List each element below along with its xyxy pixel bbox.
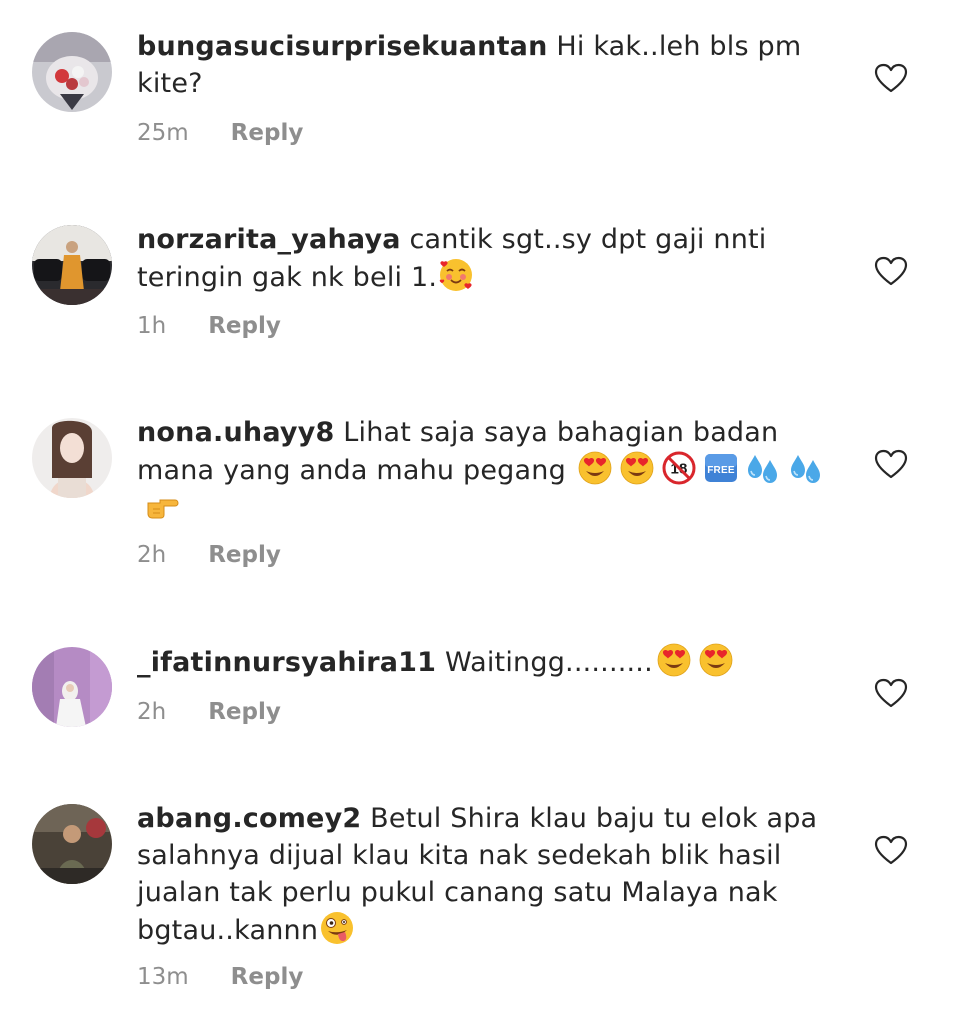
pointing-right-emoji xyxy=(145,489,179,523)
comment-time: 25m xyxy=(137,120,189,146)
comment-meta: 2h Reply xyxy=(137,542,281,568)
heart-eyes-emoji xyxy=(620,451,654,485)
comment-username[interactable]: norzarita_yahaya xyxy=(137,224,401,255)
comment-body: _ifatinnursyahira11 Waitingg.......... xyxy=(137,643,837,681)
smiling-face-with-hearts-emoji xyxy=(439,258,473,292)
comment-text: Waitingg.......... xyxy=(444,647,653,678)
heart-eyes-emoji xyxy=(657,643,691,677)
heart-outline-icon[interactable] xyxy=(874,449,908,479)
reply-button[interactable]: Reply xyxy=(208,542,281,568)
comment-username[interactable]: abang.comey2 xyxy=(137,803,361,834)
reply-button[interactable]: Reply xyxy=(208,699,281,725)
heart-outline-icon[interactable] xyxy=(874,678,908,708)
comment-time: 2h xyxy=(137,542,167,568)
avatar[interactable] xyxy=(32,804,112,884)
heart-outline-icon[interactable] xyxy=(874,63,908,93)
avatar[interactable] xyxy=(32,225,112,305)
comment-body: nona.uhayy8 Lihat saja saya bahagian bad… xyxy=(137,414,837,527)
avatar[interactable] xyxy=(32,32,112,112)
no-under-18-emoji xyxy=(662,451,696,485)
heart-eyes-emoji xyxy=(699,643,733,677)
zany-face-emoji xyxy=(320,911,354,945)
avatar[interactable] xyxy=(32,418,112,498)
reply-button[interactable]: Reply xyxy=(231,964,304,990)
heart-outline-icon[interactable] xyxy=(874,256,908,286)
sweat-droplets-emoji xyxy=(746,451,780,485)
comment-time: 1h xyxy=(137,313,167,339)
comment-meta: 2h Reply xyxy=(137,699,281,725)
comment-body: norzarita_yahaya cantik sgt..sy dpt gaji… xyxy=(137,221,837,296)
comment-meta: 13m Reply xyxy=(137,964,303,990)
comment-meta: 25m Reply xyxy=(137,120,303,146)
comment-body: abang.comey2 Betul Shira klau baju tu el… xyxy=(137,800,837,949)
comment-meta: 1h Reply xyxy=(137,313,281,339)
comment-body: bungasucisurprisekuantan Hi kak..leh bls… xyxy=(137,28,837,102)
comment-time: 13m xyxy=(137,964,189,990)
avatar[interactable] xyxy=(32,647,112,727)
comment-username[interactable]: nona.uhayy8 xyxy=(137,417,335,448)
heart-outline-icon[interactable] xyxy=(874,835,908,865)
heart-eyes-emoji xyxy=(578,451,612,485)
comment-time: 2h xyxy=(137,699,167,725)
comment-username[interactable]: bungasucisurprisekuantan xyxy=(137,31,548,62)
sweat-droplets-emoji xyxy=(789,451,823,485)
reply-button[interactable]: Reply xyxy=(208,313,281,339)
free-button-emoji xyxy=(704,451,738,485)
reply-button[interactable]: Reply xyxy=(231,120,304,146)
comment-username[interactable]: _ifatinnursyahira11 xyxy=(137,647,436,678)
